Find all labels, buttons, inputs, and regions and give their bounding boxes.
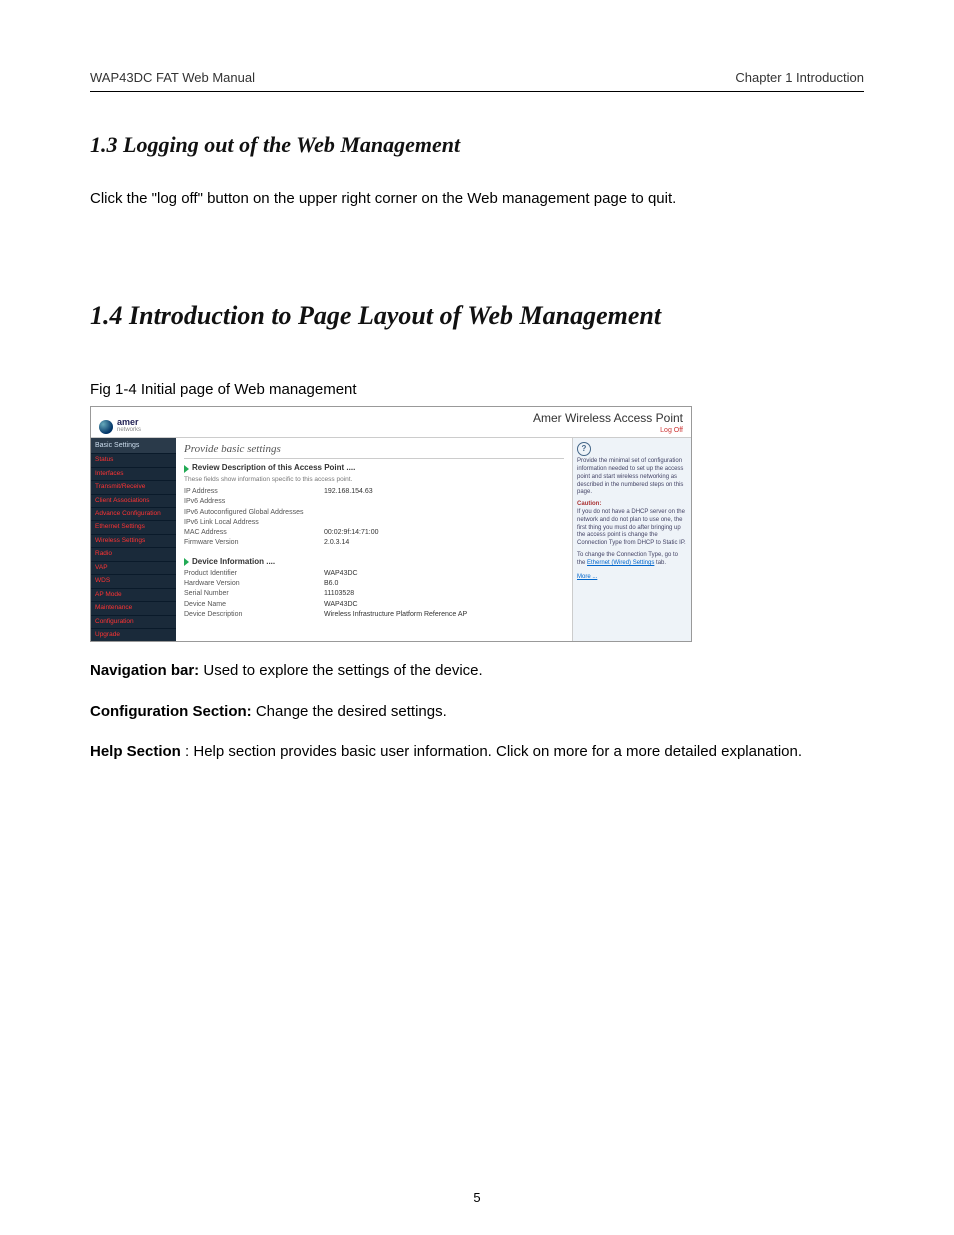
help-caution-text: If you do not have a DHCP server on the … <box>577 509 687 548</box>
screenshot-body: Basic Settings StatusInterfacesTransmit/… <box>91 437 691 641</box>
info-key: Device Name <box>184 600 324 609</box>
help-section: ? Provide the minimal set of configurati… <box>572 438 691 641</box>
nav-item[interactable]: Transmit/Receive <box>91 480 176 493</box>
nav-item[interactable]: Maintenance <box>91 601 176 614</box>
info-value: 192.168.154.63 <box>324 487 373 496</box>
section-1-4-heading: 1.4 Introduction to Page Layout of Web M… <box>90 301 864 331</box>
info-row: IPv6 Autoconfigured Global Addresses <box>184 508 564 517</box>
section-1-3-body: Click the "log off" button on the upper … <box>90 188 864 211</box>
brand-text-wrap: amer networks <box>117 418 141 435</box>
info-key: Hardware Version <box>184 579 324 588</box>
info-key: MAC Address <box>184 528 324 537</box>
web-management-screenshot: amer networks Amer Wireless Access Point… <box>90 406 692 643</box>
info-row: IP Address192.168.154.63 <box>184 487 564 496</box>
nav-section-header: Basic Settings <box>91 438 176 453</box>
help-intro-text: Provide the minimal set of configuration… <box>577 458 687 497</box>
nav-item[interactable]: Ethernet Settings <box>91 520 176 533</box>
expand-arrow-icon[interactable] <box>184 558 189 566</box>
section-1-3-heading: 1.3 Logging out of the Web Management <box>90 132 864 158</box>
info-key: IPv6 Link Local Address <box>184 518 324 527</box>
block-1-hint: These fields show information specific t… <box>184 476 564 484</box>
block-2-title: Device Information .... <box>192 557 275 567</box>
nav-item[interactable]: Interfaces <box>91 467 176 480</box>
block-1-title-row: Review Description of this Access Point … <box>184 463 564 473</box>
nav-item[interactable]: AP Mode <box>91 588 176 601</box>
header-left: WAP43DC FAT Web Manual <box>90 70 255 85</box>
nav-item[interactable]: Configuration <box>91 615 176 628</box>
block-1-title: Review Description of this Access Point … <box>192 463 355 473</box>
info-row: Device NameWAP43DC <box>184 600 564 609</box>
document-page: WAP43DC FAT Web Manual Chapter 1 Introdu… <box>0 0 954 1235</box>
help-more-link[interactable]: More ... <box>577 574 597 580</box>
info-row: MAC Address00:02:9f:14:71:00 <box>184 528 564 537</box>
info-row: Hardware VersionB6.0 <box>184 579 564 588</box>
nav-item[interactable]: WDS <box>91 574 176 587</box>
info-value: WAP43DC <box>324 600 358 609</box>
brand-name: amer <box>117 418 141 427</box>
nav-item[interactable]: Advance Configuration <box>91 507 176 520</box>
nav-item[interactable]: Radio <box>91 547 176 560</box>
help-more-wrap: More ... <box>577 574 687 582</box>
block-2-title-row: Device Information .... <box>184 557 564 567</box>
info-row: Firmware Version2.0.3.14 <box>184 538 564 547</box>
main-panel-title: Provide basic settings <box>184 442 564 459</box>
info-value: Wireless Infrastructure Platform Referen… <box>324 610 467 619</box>
annotation-conf-label: Configuration Section: <box>90 703 252 720</box>
annotation-help: Help Section : Help section provides bas… <box>90 741 864 764</box>
info-value: 11103528 <box>324 589 354 598</box>
logoff-link[interactable]: Log Off <box>533 426 683 435</box>
page-number: 5 <box>0 1190 954 1205</box>
header-right-block: Amer Wireless Access Point Log Off <box>533 411 683 436</box>
expand-arrow-icon[interactable] <box>184 465 189 473</box>
screenshot-header: amer networks Amer Wireless Access Point… <box>91 407 691 438</box>
page-header: WAP43DC FAT Web Manual Chapter 1 Introdu… <box>90 70 864 92</box>
annotation-help-text: : Help section provides basic user infor… <box>185 743 802 760</box>
info-key: IPv6 Autoconfigured Global Addresses <box>184 508 324 517</box>
info-key: IP Address <box>184 487 324 496</box>
nav-item[interactable]: Status <box>91 453 176 466</box>
info-row: IPv6 Address <box>184 497 564 506</box>
info-key: Firmware Version <box>184 538 324 547</box>
info-row: Device DescriptionWireless Infrastructur… <box>184 610 564 619</box>
info-value: 2.0.3.14 <box>324 538 349 547</box>
annotation-nav-text: Used to explore the settings of the devi… <box>203 662 482 679</box>
annotation-help-label: Help Section <box>90 743 181 760</box>
info-value: WAP43DC <box>324 569 358 578</box>
nav-item[interactable]: Upgrade <box>91 628 176 641</box>
help-caution-label: Caution: <box>577 501 687 509</box>
info-row: Serial Number11103528 <box>184 589 564 598</box>
brand-logo-icon <box>99 420 113 434</box>
brand-subtitle: networks <box>117 427 141 435</box>
ethernet-settings-link[interactable]: Ethernet (Wired) Settings <box>587 560 654 566</box>
nav-item[interactable]: VAP <box>91 561 176 574</box>
figure-1-4-caption: Fig 1-4 Initial page of Web management <box>90 381 864 398</box>
info-row: IPv6 Link Local Address <box>184 518 564 527</box>
info-key: Device Description <box>184 610 324 619</box>
info-key: Serial Number <box>184 589 324 598</box>
header-right: Chapter 1 Introduction <box>735 70 864 85</box>
info-key: IPv6 Address <box>184 497 324 506</box>
annotation-nav-label: Navigation bar: <box>90 662 199 679</box>
info-key: Product Identifier <box>184 569 324 578</box>
annotation-configuration: Configuration Section: Change the desire… <box>90 701 864 724</box>
info-row: Product IdentifierWAP43DC <box>184 569 564 578</box>
annotation-navigation: Navigation bar: Used to explore the sett… <box>90 660 864 683</box>
nav-item[interactable]: Client Associations <box>91 494 176 507</box>
help-change-text: To change the Connection Type, go to the… <box>577 552 687 568</box>
configuration-section: Provide basic settings Review Descriptio… <box>176 438 572 641</box>
product-title: Amer Wireless Access Point <box>533 411 683 427</box>
brand-block: amer networks <box>99 418 141 435</box>
navigation-bar: Basic Settings StatusInterfacesTransmit/… <box>91 438 176 641</box>
help-change-suffix: tab. <box>656 560 666 566</box>
info-value: B6.0 <box>324 579 338 588</box>
annotation-conf-text: Change the desired settings. <box>256 703 447 720</box>
info-value: 00:02:9f:14:71:00 <box>324 528 379 537</box>
help-icon: ? <box>577 442 591 456</box>
nav-item[interactable]: Wireless Settings <box>91 534 176 547</box>
